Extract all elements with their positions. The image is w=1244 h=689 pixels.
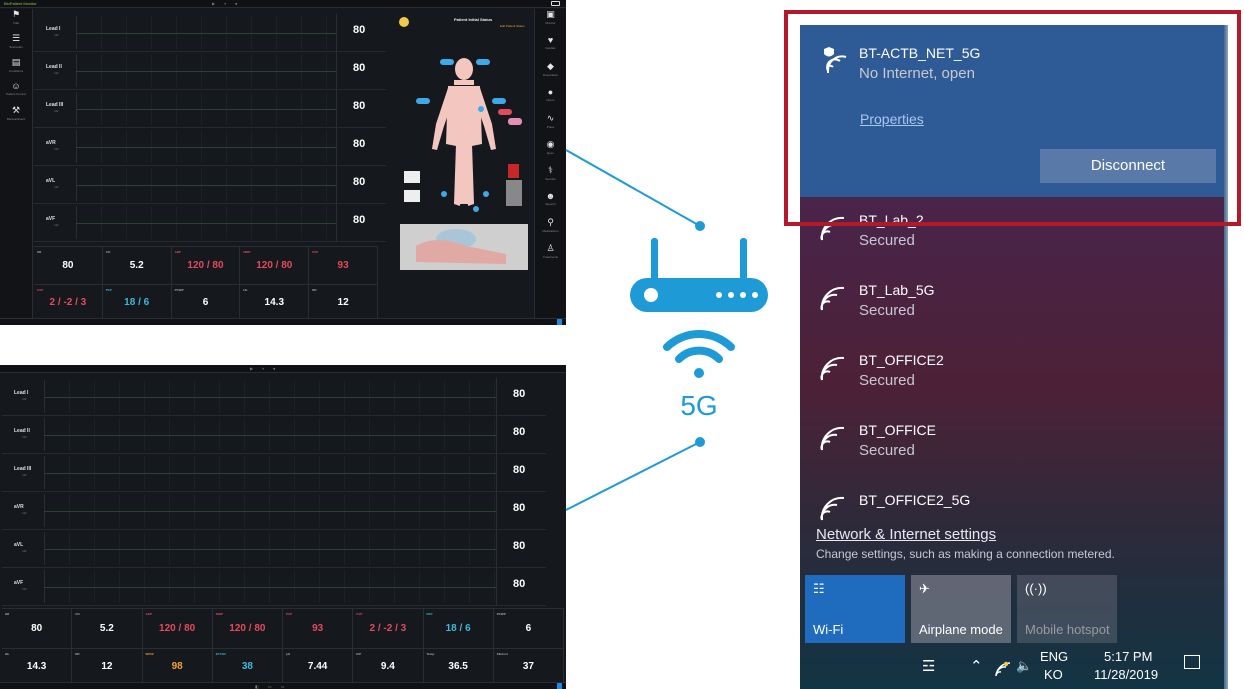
link-line-top [565,149,701,227]
language-secondary[interactable]: KO [1044,667,1063,682]
clock-time[interactable]: 5:17 PM [1104,649,1152,664]
wifi-signal-icon [820,356,845,381]
wifi-icon: ☷ [813,581,825,596]
link-dot-top [695,221,705,231]
network-name: BT_Lab_5G [859,282,935,298]
network-status: Secured [859,372,915,389]
network-status: Secured [859,302,915,319]
band-label: 5G [680,390,717,421]
volume-icon[interactable]: 🔈 [1016,658,1032,674]
network-name: BT_OFFICE2 [859,352,944,368]
wifi-signal-icon [820,496,845,521]
quick-tile-label: Wi-Fi [813,622,844,637]
highlight-box [784,10,1241,226]
network-status: Secured [859,232,915,249]
wifi-tray-icon[interactable] [994,661,1012,677]
quick-tile-airplane[interactable]: ✈ Airplane mode [911,575,1011,643]
wifi-signal-icon [820,426,845,451]
network-settings-link[interactable]: Network & Internet settings [816,526,996,543]
clock-date[interactable]: 11/28/2019 [1094,667,1158,682]
quick-tile-wifi[interactable]: ☷ Wi-Fi [805,575,905,643]
airplane-icon: ✈ [919,581,930,596]
quick-tile-hotspot[interactable]: ((·)) Mobile hotspot [1017,575,1117,643]
people-icon[interactable]: ☲ [922,657,935,675]
network-status: Secured [859,442,915,459]
network-name: BT_OFFICE2_5G [859,492,971,508]
quick-tile-label: Mobile hotspot [1025,622,1110,637]
quick-tile-label: Airplane mode [919,622,1003,637]
router-icon [630,238,768,312]
action-center-icon[interactable] [1184,655,1200,669]
network-settings-description: Change settings, such as making a connec… [816,547,1115,561]
wifi-signal-icon [820,286,845,311]
network-name: BT_OFFICE [859,422,937,438]
link-dot-bottom [695,437,705,447]
taskbar: ☲ ⌃ 🔈 ENG KO 5:17 PM 11/28/2019 [800,645,1228,689]
wireless-signal-icon [663,330,735,378]
chevron-up-icon[interactable]: ⌃ [970,657,983,675]
language-primary[interactable]: ENG [1040,649,1068,664]
hotspot-icon: ((·)) [1025,581,1047,596]
link-line-bottom [565,441,701,511]
